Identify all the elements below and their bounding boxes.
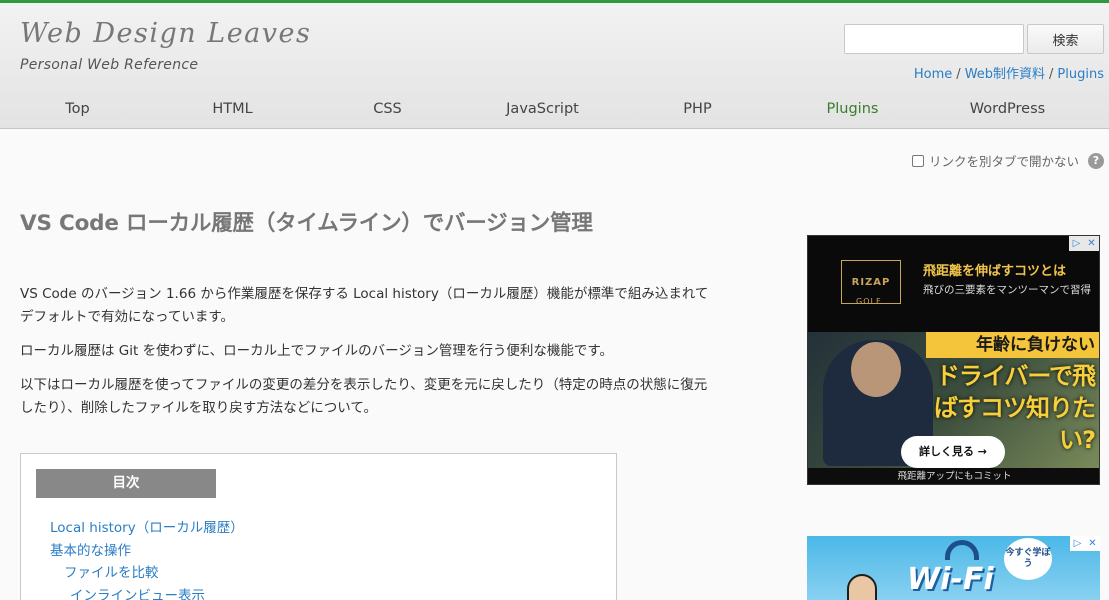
toc-header[interactable]: 目次	[36, 469, 216, 498]
ad-big-line-1: 年齢に負けない	[926, 332, 1099, 358]
ad2-character-image	[847, 574, 877, 600]
breadcrumb-separator: /	[956, 67, 961, 82]
help-icon[interactable]: ?	[1088, 152, 1104, 169]
ad-golfer-face	[851, 342, 901, 397]
search-input[interactable]	[844, 24, 1024, 54]
site-header: Web Design Leaves Personal Web Reference…	[0, 3, 1109, 129]
ad2-bubble: 今すぐ学ぼう	[1004, 538, 1052, 580]
table-of-contents: 目次 Local history（ローカル履歴） 基本的な操作 ファイルを比較 …	[20, 453, 617, 600]
ad-cta-button[interactable]: 詳しく見る →	[901, 436, 1005, 468]
ad-footer: 飛距離アップにもコミット	[808, 468, 1099, 484]
breadcrumb-home[interactable]: Home	[914, 67, 952, 82]
article-paragraph: VS Code のバージョン 1.66 から作業履歴を保存する Local hi…	[20, 286, 709, 325]
site-subtitle: Personal Web Reference	[20, 57, 199, 73]
nav-item-top[interactable]: Top	[0, 90, 155, 129]
adchoices-icon[interactable]: ▷	[1069, 236, 1084, 251]
newtab-toggle: リンクを別タブで開かない ?	[911, 151, 1104, 170]
ad2-headline: Wi-Fi	[907, 562, 994, 597]
toc-item[interactable]: インラインビュー表示	[50, 585, 244, 600]
close-icon[interactable]: ✕	[1084, 236, 1099, 251]
adchoices: ▷ ✕	[1069, 236, 1099, 251]
article-paragraph: ローカル履歴は Git を使わずに、ローカル上でファイルのバージョン管理を行う便…	[20, 343, 614, 359]
newtab-label[interactable]: リンクを別タブで開かない	[929, 151, 1079, 170]
ad-banner-golf[interactable]: RIZAP GOLF 飛距離を伸ばすコツとは 飛びの三要素をマンツーマンで習得 …	[807, 235, 1100, 485]
toc-item[interactable]: Local history（ローカル履歴）	[50, 517, 244, 540]
nav-item-wordpress[interactable]: WordPress	[930, 90, 1085, 129]
breadcrumb-web-materials[interactable]: Web制作資料	[965, 67, 1045, 82]
article-paragraph: 以下はローカル履歴を使ってファイルの変更の差分を表示したり、変更を元に戻したり（…	[20, 377, 708, 416]
ad-banner-wifi[interactable]: Wi-Fi 今すぐ学ぼう ▷ ✕	[807, 536, 1100, 600]
search-button[interactable]: 検索	[1027, 24, 1104, 54]
ad-headline: 飛距離を伸ばすコツとは	[923, 264, 1067, 279]
close-icon[interactable]: ✕	[1085, 536, 1100, 551]
breadcrumb-separator: /	[1049, 67, 1054, 82]
newtab-checkbox[interactable]	[911, 154, 924, 167]
article-body: VS Code のバージョン 1.66 から作業履歴を保存する Local hi…	[20, 283, 710, 431]
toc-item[interactable]: ファイルを比較	[50, 562, 244, 585]
nav-item-javascript[interactable]: JavaScript	[465, 90, 620, 129]
site-logo-title[interactable]: Web Design Leaves	[20, 18, 311, 49]
ad-subline: 飛びの三要素をマンツーマンで習得	[923, 284, 1091, 296]
nav-item-html[interactable]: HTML	[155, 90, 310, 129]
toc-list: Local history（ローカル履歴） 基本的な操作 ファイルを比較 インラ…	[50, 517, 244, 600]
nav-item-css[interactable]: CSS	[310, 90, 465, 129]
breadcrumb: Home / Web制作資料 / Plugins	[914, 63, 1104, 82]
breadcrumb-plugins[interactable]: Plugins	[1057, 67, 1104, 82]
nav-item-plugins[interactable]: Plugins	[775, 90, 930, 129]
article-title: VS Code ローカル履歴（タイムライン）でバージョン管理	[20, 211, 593, 236]
adchoices: ▷ ✕	[1070, 536, 1100, 551]
wifi-signal-icon	[945, 540, 979, 560]
ad-brand-sub: GOLF	[856, 297, 882, 306]
main-nav: Top HTML CSS JavaScript PHP Plugins Word…	[0, 90, 1109, 129]
nav-item-php[interactable]: PHP	[620, 90, 775, 129]
toc-item[interactable]: 基本的な操作	[50, 540, 244, 563]
adchoices-icon[interactable]: ▷	[1070, 536, 1085, 551]
